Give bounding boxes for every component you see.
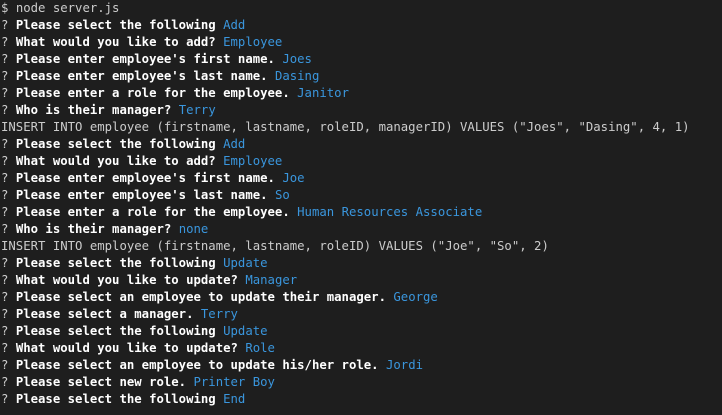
answer-text: Human Resources Associate xyxy=(297,205,483,219)
question-text: Please select the following xyxy=(15,324,216,338)
question-text: Please enter employee's last name. xyxy=(15,69,268,83)
prompt-line: ? Please enter employee's first name. Jo… xyxy=(1,51,722,68)
question-mark: ? xyxy=(1,171,9,185)
prompt-line: ? What would you like to add? Employee xyxy=(1,34,722,51)
answer-text: Employee xyxy=(223,154,283,168)
prompt-line: ? Please select the following Update xyxy=(1,255,722,272)
prompt-line: ? What would you like to update? Role xyxy=(1,340,722,357)
prompt-line: ? Please enter employee's last name. Das… xyxy=(1,68,722,85)
question-text: Please select an employee to update thei… xyxy=(15,290,386,304)
answer-text: Dasing xyxy=(274,69,320,83)
prompt-line: ? Please enter employee's first name. Jo… xyxy=(1,170,722,187)
answer-text: So xyxy=(274,188,290,202)
question-mark: ? xyxy=(1,222,9,236)
answer-text: End xyxy=(223,392,246,406)
question-mark: ? xyxy=(1,86,9,100)
shell-prompt: $ xyxy=(1,1,9,15)
output-text: INSERT INTO employee (firstname, lastnam… xyxy=(1,120,690,134)
answer-text: Jordi xyxy=(385,358,424,372)
question-mark: ? xyxy=(1,358,9,372)
answer-text: Manager xyxy=(245,273,298,287)
question-text: Please select the following xyxy=(15,392,216,406)
prompt-line: ? Please enter a role for the employee. … xyxy=(1,85,722,102)
answer-text: none xyxy=(178,222,209,236)
question-text: What would you like to add? xyxy=(15,154,216,168)
command-text: node server.js xyxy=(15,1,120,15)
question-text: What would you like to update? xyxy=(15,273,238,287)
question-mark: ? xyxy=(1,341,9,355)
question-mark: ? xyxy=(1,103,9,117)
question-text: Please select new role. xyxy=(15,375,187,389)
prompt-line: ? Please enter employee's last name. So xyxy=(1,187,722,204)
prompt-line: ? Please select the following Add xyxy=(1,17,722,34)
question-text: What would you like to update? xyxy=(15,341,238,355)
question-mark: ? xyxy=(1,205,9,219)
terminal-window[interactable]: $ node server.js ? Please select the fol… xyxy=(0,0,722,415)
question-mark: ? xyxy=(1,52,9,66)
prompt-line: ? Please select the following End xyxy=(1,391,722,408)
prompt-line: ? Please select the following Update xyxy=(1,323,722,340)
question-text: Please enter a role for the employee. xyxy=(15,86,290,100)
answer-text: Add xyxy=(223,137,246,151)
answer-text: Terry xyxy=(200,307,238,321)
question-mark: ? xyxy=(1,137,9,151)
answer-text: Role xyxy=(245,341,275,355)
question-mark: ? xyxy=(1,392,9,406)
prompt-line: ? Who is their manager? none xyxy=(1,221,722,238)
prompt-line: ? Please select a manager. Terry xyxy=(1,306,722,323)
question-text: Please select a manager. xyxy=(15,307,194,321)
question-text: Please select an employee to update his/… xyxy=(15,358,379,372)
prompt-line: ? Please select new role. Printer Boy xyxy=(1,374,722,391)
answer-text: Joe xyxy=(282,171,305,185)
question-mark: ? xyxy=(1,290,9,304)
answer-text: Joes xyxy=(282,52,312,66)
question-text: Please select the following xyxy=(15,137,216,151)
answer-text: Add xyxy=(223,18,246,32)
answer-text: Update xyxy=(223,324,268,338)
answer-text: Printer Boy xyxy=(193,375,275,389)
question-text: Please enter a role for the employee. xyxy=(15,205,290,219)
question-mark: ? xyxy=(1,375,9,389)
prompt-line: ? What would you like to add? Employee xyxy=(1,153,722,170)
question-mark: ? xyxy=(1,18,9,32)
question-mark: ? xyxy=(1,273,9,287)
question-text: Please select the following xyxy=(15,18,216,32)
question-mark: ? xyxy=(1,69,9,83)
prompt-line: ? What would you like to update? Manager xyxy=(1,272,722,289)
question-text: Please enter employee's first name. xyxy=(15,52,275,66)
question-text: Who is their manager? xyxy=(15,103,172,117)
question-mark: ? xyxy=(1,324,9,338)
terminal-output: ? Please select the following Add? What … xyxy=(1,17,722,408)
question-text: Please enter employee's first name. xyxy=(15,171,275,185)
question-mark: ? xyxy=(1,154,9,168)
prompt-line: ? Please select an employee to update hi… xyxy=(1,357,722,374)
prompt-line: ? Please enter a role for the employee. … xyxy=(1,204,722,221)
question-text: What would you like to add? xyxy=(15,35,216,49)
answer-text: George xyxy=(393,290,438,304)
sql-output-line: INSERT INTO employee (firstname, lastnam… xyxy=(1,119,722,136)
question-mark: ? xyxy=(1,188,9,202)
prompt-line: ? Please select an employee to update th… xyxy=(1,289,722,306)
sql-output-line: INSERT INTO employee (firstname, lastnam… xyxy=(1,238,722,255)
question-text: Please enter employee's last name. xyxy=(15,188,268,202)
answer-text: Janitor xyxy=(297,86,349,100)
command-line: $ node server.js xyxy=(1,0,722,17)
prompt-line: ? Please select the following Add xyxy=(1,136,722,153)
question-mark: ? xyxy=(1,35,9,49)
answer-text: Terry xyxy=(178,103,216,117)
prompt-line: ? Who is their manager? Terry xyxy=(1,102,722,119)
output-text: INSERT INTO employee (firstname, lastnam… xyxy=(1,239,549,253)
question-mark: ? xyxy=(1,307,9,321)
answer-text: Employee xyxy=(223,35,283,49)
question-text: Who is their manager? xyxy=(15,222,172,236)
question-mark: ? xyxy=(1,256,9,270)
question-text: Please select the following xyxy=(15,256,216,270)
answer-text: Update xyxy=(223,256,268,270)
